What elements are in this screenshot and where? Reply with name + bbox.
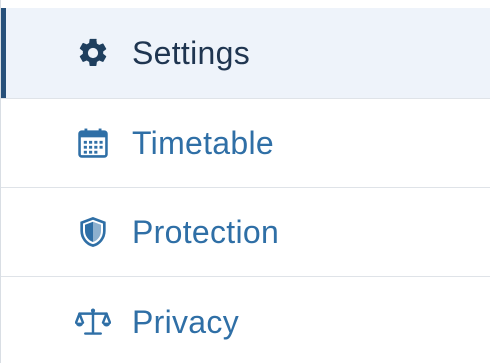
menu-item-privacy[interactable]: Privacy: [1, 277, 490, 363]
menu-item-label-timetable: Timetable: [132, 125, 275, 161]
menu-item-label-privacy: Privacy: [132, 303, 240, 340]
menu-item-protection[interactable]: Protection: [1, 188, 490, 277]
scales-icon: [75, 304, 111, 340]
menu-item-timetable[interactable]: Timetable: [1, 99, 490, 188]
gear-icon: [75, 35, 111, 71]
menu-top-edge: [1, 0, 490, 8]
calendar-icon: [75, 125, 111, 161]
menu-item-settings[interactable]: Settings: [1, 8, 490, 99]
shield-icon: [75, 214, 111, 250]
menu-item-label-protection: Protection: [132, 214, 280, 250]
menu-item-label-settings: Settings: [132, 35, 251, 71]
settings-menu: Settings Timetable Protection Privacy: [0, 0, 490, 363]
